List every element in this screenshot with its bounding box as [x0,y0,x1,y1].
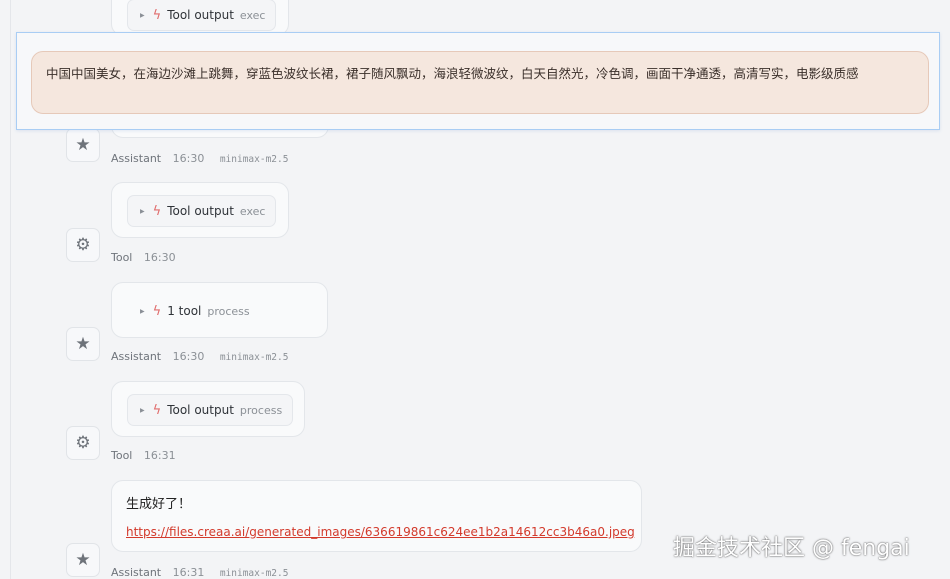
role-label: Tool [111,449,133,462]
role-label: Tool [111,251,133,264]
bolt-icon: ϟ [152,402,162,418]
chip-subtitle: process [207,304,250,318]
gear-icon: ⚙ [66,228,100,262]
left-divider [10,0,11,579]
message-meta: Tool 16:30 [111,251,188,264]
bolt-icon: ϟ [152,203,162,219]
role-label: Assistant [111,152,162,165]
message-bubble: 生成好了！ https://files.creaa.ai/generated_i… [111,480,642,552]
chip-subtitle: process [239,403,283,417]
message-meta: Tool 16:31 [111,449,188,462]
message-meta: Assistant 16:30 minimax-m2.5 [111,350,288,363]
star-icon: ★ [66,128,100,162]
message-bubble-top-partial: ▶ ϟ Tool output exec [111,0,289,36]
expand-caret-icon[interactable]: ▶ [140,12,145,19]
model-label: minimax-m2.5 [219,568,289,579]
tool-output-chip[interactable]: ▶ ϟ Tool output exec [127,195,277,227]
message-bubble: ▶ ϟ 1 tool process [111,282,328,338]
timestamp: 16:30 [172,350,205,363]
role-label: Assistant [111,350,162,363]
role-label: Assistant [111,566,162,579]
gear-icon: ⚙ [66,426,100,460]
model-label: minimax-m2.5 [219,352,289,363]
timestamp: 16:30 [172,152,205,165]
chip-title: Tool output [167,204,234,218]
chip-subtitle: exec [239,8,266,22]
message-bubble: ▶ ϟ Tool output process [111,381,305,437]
bolt-icon: ϟ [152,303,162,319]
timestamp: 16:31 [172,566,205,579]
message-text: 生成好了！ [126,497,192,512]
chip-title: 1 tool [167,304,202,318]
tool-output-chip[interactable]: ▶ ϟ Tool output process [127,394,294,426]
prompt-message: 中国中国美女，在海边沙滩上跳舞，穿蓝色波纹长裙，裙子随风飘动，海浪轻微波纹，白天… [31,51,929,114]
tool-summary-chip[interactable]: ▶ ϟ 1 tool process [127,295,261,327]
chip-title: Tool output [167,8,234,22]
chip-title: Tool output [167,403,234,417]
timestamp: 16:31 [143,449,176,462]
message-bubble: ▶ ϟ Tool output exec [111,182,289,238]
message-meta: Assistant 16:30 minimax-m2.5 [111,152,288,165]
bolt-icon: ϟ [152,7,162,23]
star-icon: ★ [66,543,100,577]
model-label: minimax-m2.5 [219,154,289,165]
expand-caret-icon[interactable]: ▶ [140,407,145,414]
star-icon: ★ [66,327,100,361]
image-link[interactable]: https://files.creaa.ai/generated_images/… [126,525,635,539]
expand-caret-icon[interactable]: ▶ [140,308,145,315]
tool-output-chip[interactable]: ▶ ϟ Tool output exec [127,0,277,31]
prompt-popup: 中国中国美女，在海边沙滩上跳舞，穿蓝色波纹长裙，裙子随风飘动，海浪轻微波纹，白天… [16,32,940,130]
message-meta: Assistant 16:31 minimax-m2.5 [111,566,288,579]
expand-caret-icon[interactable]: ▶ [140,208,145,215]
chip-subtitle: exec [239,204,266,218]
watermark: 掘金技术社区 @ fengai [673,536,910,561]
timestamp: 16:30 [143,251,176,264]
